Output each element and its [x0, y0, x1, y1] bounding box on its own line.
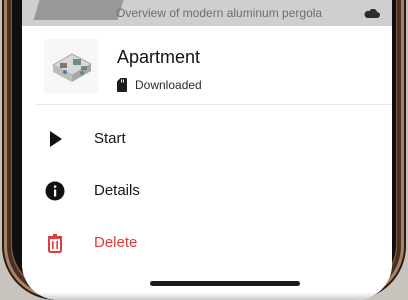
start-menu-item[interactable]: Start: [22, 117, 392, 161]
download-status-text: Downloaded: [135, 78, 202, 92]
trash-icon: [48, 234, 62, 253]
background-list-item[interactable]: Overview of modern aluminum pergola: [22, 0, 392, 26]
device-storage-icon: [117, 78, 127, 92]
divider: [36, 104, 392, 105]
background-item-thumbnail: [33, 0, 127, 20]
background-item-title: Overview of modern aluminum pergola: [116, 6, 323, 20]
bottom-sheet: Apartment Downloaded Start Details Delet…: [22, 26, 392, 300]
home-indicator: [150, 281, 300, 286]
play-icon: [50, 131, 62, 147]
apartment-thumbnail: [44, 39, 98, 93]
cloud-icon: [364, 9, 380, 18]
details-label: Details: [94, 182, 140, 199]
file-header: Apartment Downloaded: [22, 26, 392, 104]
file-title: Apartment: [117, 47, 201, 67]
start-label: Start: [94, 130, 126, 147]
delete-label: Delete: [94, 234, 138, 251]
phone-screen: Overview of modern aluminum pergola Apar…: [22, 0, 392, 300]
details-menu-item[interactable]: Details: [22, 169, 392, 213]
apartment-3d-thumbnail-icon: [44, 39, 98, 93]
info-icon: [45, 181, 65, 201]
delete-menu-item[interactable]: Delete: [22, 221, 392, 265]
download-status: Downloaded: [117, 77, 202, 93]
